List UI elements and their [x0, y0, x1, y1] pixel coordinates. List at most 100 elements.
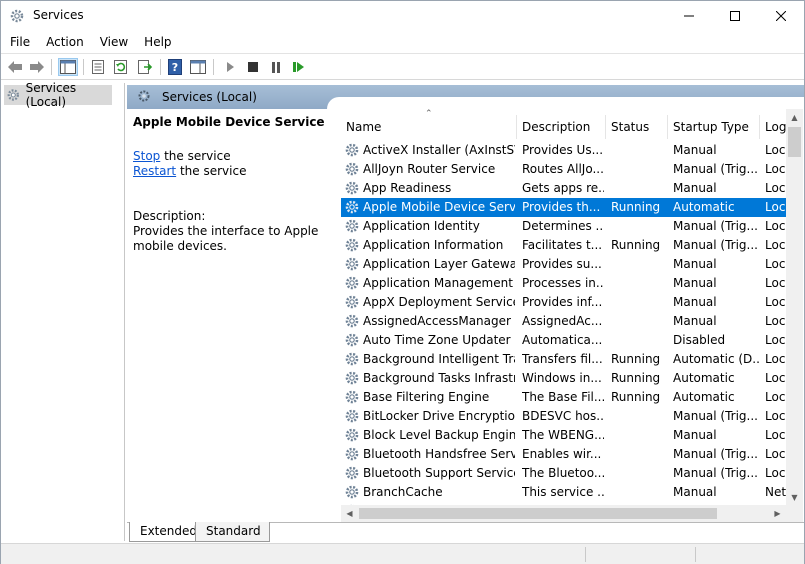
stop-line: Stop the service: [133, 149, 231, 163]
maximize-button[interactable]: [712, 1, 758, 31]
scroll-down-arrow-icon[interactable]: ▼: [786, 489, 803, 506]
cell-status: Running: [611, 200, 661, 214]
action-pane-button[interactable]: [188, 58, 208, 76]
service-row[interactable]: Bluetooth Support Service The Bluetoo... M…: [341, 464, 786, 483]
service-row[interactable]: AppX Deployment Service (... Provides inf…: [341, 293, 786, 312]
service-gear-icon: [345, 390, 359, 404]
pause-service-button[interactable]: [266, 58, 286, 76]
scroll-right-arrow-icon[interactable]: ▶: [769, 505, 786, 522]
cell-name: Auto Time Zone Updater: [363, 333, 511, 347]
horizontal-scroll-thumb[interactable]: [359, 508, 717, 519]
service-row[interactable]: Application Information Facilitates t... R…: [341, 236, 786, 255]
service-row[interactable]: BranchCache This service ... Manual Net: [341, 483, 786, 502]
service-row[interactable]: BitLocker Drive Encryption ... BDESVC hos…: [341, 407, 786, 426]
back-button[interactable]: [5, 58, 25, 76]
column-header-name[interactable]: Name: [341, 115, 517, 139]
stop-link[interactable]: Stop: [133, 149, 160, 163]
description-text-line2: mobile devices.: [133, 239, 227, 253]
column-header-description[interactable]: Description: [517, 115, 606, 139]
cell-startup-type: Automatic: [673, 371, 735, 385]
list-header: Name Description Status Startup Type Log: [341, 115, 804, 139]
cell-description: Enables wir...: [522, 447, 602, 461]
service-row[interactable]: Apple Mobile Device Service Provides th..…: [341, 198, 786, 217]
menu-action[interactable]: Action: [37, 35, 91, 49]
cell-name: AllJoyn Router Service: [363, 162, 496, 176]
menu-view[interactable]: View: [91, 35, 135, 49]
toolbar: ?: [1, 53, 804, 80]
service-row[interactable]: Background Tasks Infrastru... Windows in.…: [341, 369, 786, 388]
restart-service-button[interactable]: [289, 58, 309, 76]
title-bar[interactable]: Services: [1, 1, 804, 31]
cell-description: Routes AllJo...: [522, 162, 604, 176]
export-list-button[interactable]: [135, 58, 155, 76]
column-header-status[interactable]: Status: [606, 115, 668, 139]
selected-service-name: Apple Mobile Device Service: [133, 115, 325, 129]
cell-log-on-as: Loc: [765, 371, 786, 385]
show-hide-console-tree-button[interactable]: [58, 58, 78, 76]
scroll-left-arrow-icon[interactable]: ◀: [341, 505, 358, 522]
cell-status: Running: [611, 371, 661, 385]
cell-name: Application Information: [363, 238, 504, 252]
service-gear-icon: [345, 181, 359, 195]
forward-button[interactable]: [27, 58, 47, 76]
minimize-button[interactable]: [666, 1, 712, 31]
cell-description: The Bluetoo...: [522, 466, 604, 480]
export-list-icon: [138, 60, 153, 74]
tree-item-services-local[interactable]: Services (Local): [4, 81, 112, 109]
service-row[interactable]: Auto Time Zone Updater Automatica... Disab…: [341, 331, 786, 350]
service-gear-icon: [345, 295, 359, 309]
refresh-button[interactable]: [111, 58, 131, 76]
cell-startup-type: Manual: [673, 181, 717, 195]
cell-log-on-as: Loc: [765, 352, 786, 366]
service-row[interactable]: ActiveX Installer (AxInstSV) Provides Us.…: [341, 141, 786, 160]
scroll-up-arrow-icon[interactable]: ▲: [786, 109, 803, 126]
vertical-scrollbar[interactable]: ▲ ▼: [786, 109, 803, 506]
view-tabs: Extended Standard: [127, 522, 804, 542]
service-row[interactable]: Bluetooth Handsfree Service Enables wir..…: [341, 445, 786, 464]
cell-description: Provides th...: [522, 200, 601, 214]
cell-startup-type: Manual: [673, 428, 717, 442]
cell-description: Transfers fil...: [522, 352, 603, 366]
menu-help[interactable]: Help: [135, 35, 178, 49]
cell-startup-type: Manual (Trig...: [673, 238, 758, 252]
stop-service-button[interactable]: [243, 58, 263, 76]
service-gear-icon: [345, 276, 359, 290]
cell-log-on-as: Loc: [765, 295, 786, 309]
cell-log-on-as: Loc: [765, 466, 786, 480]
cell-startup-type: Manual: [673, 257, 717, 271]
help-button[interactable]: ?: [165, 58, 185, 76]
cell-log-on-as: Loc: [765, 238, 786, 252]
cell-description: Processes in...: [522, 276, 604, 290]
cell-name: Background Intelligent Tran...: [363, 352, 515, 366]
service-row[interactable]: AllJoyn Router Service Routes AllJo... Man…: [341, 160, 786, 179]
service-row[interactable]: Background Intelligent Tran... Transfers …: [341, 350, 786, 369]
cell-startup-type: Manual (Trig...: [673, 409, 758, 423]
service-row[interactable]: Base Filtering Engine The Base Fil... Runn…: [341, 388, 786, 407]
service-row[interactable]: Application Layer Gateway ... Provides su…: [341, 255, 786, 274]
cell-name: Application Identity: [363, 219, 480, 233]
service-row[interactable]: Application Identity Determines ... Manual…: [341, 217, 786, 236]
cell-startup-type: Disabled: [673, 333, 726, 347]
cell-status: [611, 464, 669, 483]
restart-link[interactable]: Restart: [133, 164, 176, 178]
start-service-button[interactable]: [220, 58, 240, 76]
refresh-icon: [114, 60, 127, 74]
service-row[interactable]: App Readiness Gets apps re... Manual Loc: [341, 179, 786, 198]
close-button[interactable]: [758, 1, 804, 31]
horizontal-scrollbar[interactable]: ◀ ▶: [341, 505, 786, 522]
service-row[interactable]: Application Management Processes in... Man…: [341, 274, 786, 293]
column-header-startup-type[interactable]: Startup Type: [668, 115, 760, 139]
service-row[interactable]: AssignedAccessManager Se... AssignedAc...…: [341, 312, 786, 331]
cell-startup-type: Manual: [673, 314, 717, 328]
cell-name: Base Filtering Engine: [363, 390, 490, 404]
cell-log-on-as: Loc: [765, 219, 786, 233]
restart-icon: [293, 62, 304, 72]
service-row[interactable]: Block Level Backup Engine ... The WBENG..…: [341, 426, 786, 445]
cell-description: Windows in...: [522, 371, 602, 385]
cell-startup-type: Manual (Trig...: [673, 219, 758, 233]
service-gear-icon: [345, 485, 359, 499]
vertical-scroll-thumb[interactable]: [788, 127, 801, 157]
properties-button[interactable]: [88, 58, 108, 76]
menu-file[interactable]: File: [1, 35, 37, 49]
tab-standard[interactable]: Standard: [195, 522, 270, 542]
